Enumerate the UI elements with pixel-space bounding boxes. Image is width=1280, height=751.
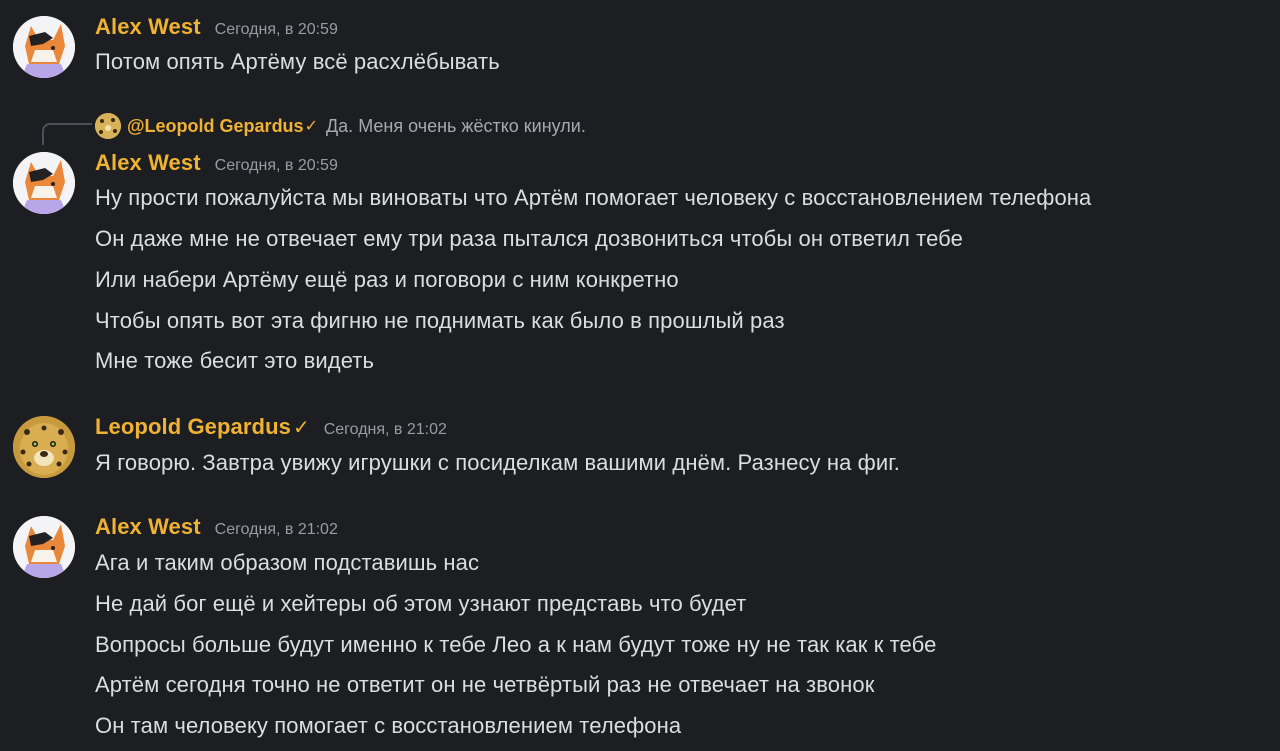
message-text: Потом опять Артёму всё расхлёбывать — [95, 49, 500, 74]
leopard-avatar-icon[interactable] — [13, 416, 75, 478]
verified-check-icon: ✓ — [292, 417, 310, 439]
reply-connector — [42, 123, 92, 145]
fox-avatar-icon[interactable] — [13, 516, 75, 578]
verified-check-icon: ✓ — [304, 118, 318, 135]
author-name[interactable]: Leopold Gepardus — [95, 414, 291, 440]
message-text: Не дай бог ещё и хейтеры об этом узнают … — [95, 591, 747, 616]
message-timestamp: Сегодня, в 21:02 — [214, 521, 338, 538]
message-timestamp: Сегодня, в 21:02 — [323, 421, 447, 438]
leopard-avatar-icon — [95, 113, 121, 139]
message-text: Он даже мне не отвечает ему три раза пыт… — [95, 226, 963, 251]
fox-avatar-icon[interactable] — [13, 16, 75, 78]
reply-mention[interactable]: @Leopold Gepardus — [127, 116, 304, 137]
message-text: Чтобы опять вот эта фигню не поднимать к… — [95, 308, 785, 333]
message-text: Ага и таким образом подставишь нас — [95, 550, 480, 575]
message-text: Вопросы больше будут именно к тебе Лео а… — [95, 632, 937, 657]
message-timestamp: Сегодня, в 20:59 — [214, 21, 338, 38]
message-text: Мне тоже бесит это видеть — [95, 348, 375, 373]
fox-avatar-icon[interactable] — [13, 152, 75, 214]
message-text: Артём сегодня точно не ответит он не чет… — [95, 672, 875, 697]
message-text: Или набери Артёму ещё раз и поговори с н… — [95, 267, 679, 292]
message-timestamp: Сегодня, в 20:59 — [214, 157, 338, 174]
author-name[interactable]: Alex West — [95, 150, 201, 176]
reply-preview[interactable]: @Leopold Gepardus ✓ Да. Меня очень жёстк… — [95, 113, 586, 139]
message-text: Ну прости пожалуйста мы виноваты что Арт… — [95, 185, 1092, 210]
author-name[interactable]: Alex West — [95, 514, 201, 540]
message-text: Я говорю. Завтра увижу игрушки с посидел… — [95, 450, 900, 475]
chat-log: Alex West Сегодня, в 20:59 Потом опять А… — [0, 0, 1280, 751]
reply-text[interactable]: Да. Меня очень жёстко кинули. — [326, 116, 586, 137]
message-text: Он там человеку помогает с восстановлени… — [95, 713, 682, 738]
author-name[interactable]: Alex West — [95, 14, 201, 40]
